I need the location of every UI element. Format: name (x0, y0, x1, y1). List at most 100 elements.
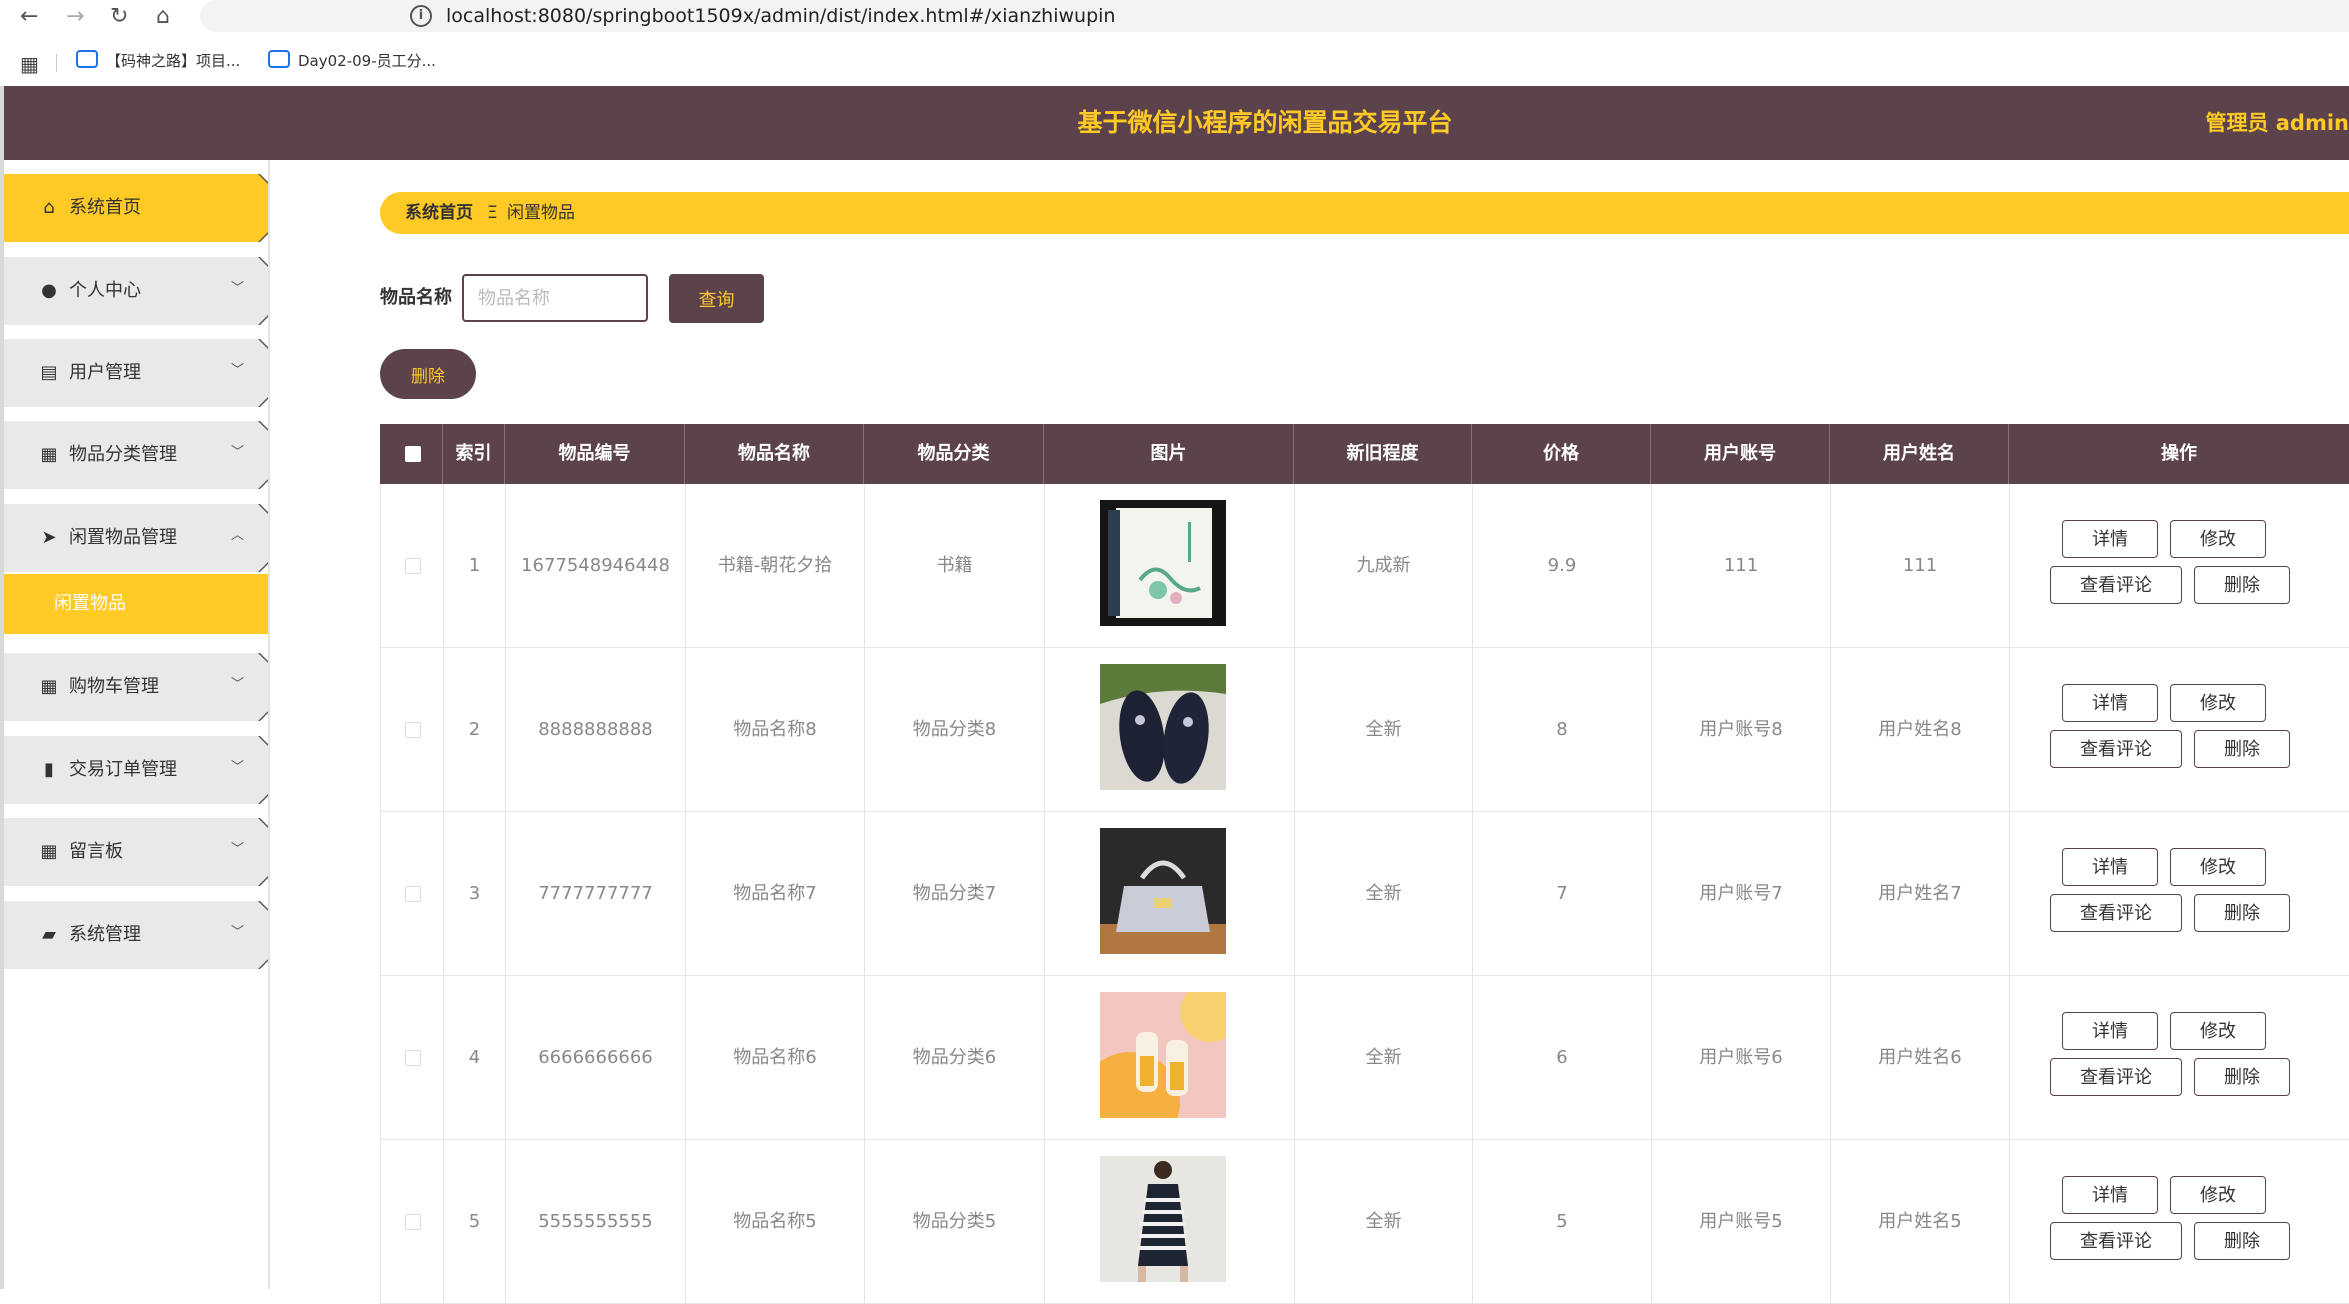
view-comments-button[interactable]: 查看评论 (2050, 730, 2182, 768)
sidebar-item-label: 留言板 (69, 841, 123, 862)
sidebar-item-personal-center[interactable]: ● 个人中心 ﹀ (4, 257, 268, 325)
admin-user-label[interactable]: 管理员 admin (2205, 86, 2349, 160)
cell-code: 5555555555 (506, 1140, 686, 1304)
detail-button[interactable]: 详情 (2062, 520, 2158, 558)
person-icon: ● (41, 280, 57, 301)
sidebar-subitem-idle-goods[interactable]: 闲置物品 (4, 574, 268, 634)
url-text[interactable]: localhost:8080/springboot1509x/admin/dis… (446, 3, 1115, 29)
cell-price: 6 (1473, 976, 1652, 1140)
browser-address-bar: ← → ↻ ⌂ i localhost:8080/springboot1509x… (0, 0, 2349, 34)
cell-price: 7 (1473, 812, 1652, 976)
cell-image (1045, 976, 1295, 1140)
sidebar-item-message-board[interactable]: ▦ 留言板 ﹀ (4, 818, 268, 886)
view-comments-button[interactable]: 查看评论 (2050, 1222, 2182, 1260)
delete-button[interactable]: 删除 (2194, 730, 2290, 768)
view-comments-button[interactable]: 查看评论 (2050, 1058, 2182, 1096)
table-row: 3 7777777777 物品名称7 物品分类7 全新 7 用户账号7 用户姓名7 详情 修改… (380, 812, 2349, 976)
cell-condition: 全新 (1295, 1140, 1473, 1304)
cell-price: 9.9 (1473, 484, 1652, 648)
edit-button[interactable]: 修改 (2170, 1012, 2266, 1050)
bookmark-1-label: 【码神之路】项目... (106, 52, 241, 70)
cell-operations: 详情 修改 查看评论 删除 (2010, 648, 2349, 812)
bilibili-icon (268, 50, 290, 68)
bookmark-1[interactable]: 【码神之路】项目... (76, 50, 240, 72)
breadcrumb-home[interactable]: 系统首页 (405, 192, 473, 234)
row-checkbox[interactable] (405, 886, 421, 902)
edit-button[interactable]: 修改 (2170, 520, 2266, 558)
reload-icon[interactable]: ↻ (110, 2, 128, 32)
sidebar-item-category-management[interactable]: ▦ 物品分类管理 ﹀ (4, 421, 268, 489)
cell-operations: 详情 修改 查看评论 删除 (2010, 976, 2349, 1140)
table-row: 1 1677548946448 书籍-朝花夕拾 书籍 九成新 9.9 111 111 详情 修… (380, 484, 2349, 648)
cell-operations: 详情 修改 查看评论 删除 (2010, 812, 2349, 976)
row-checkbox[interactable] (405, 558, 421, 574)
home-nav-icon[interactable]: ⌂ (156, 2, 170, 32)
sidebar-item-order-management[interactable]: ▮ 交易订单管理 ﹀ (4, 736, 268, 804)
cell-account: 111 (1652, 484, 1831, 648)
item-thumbnail[interactable] (1100, 992, 1226, 1118)
cell-condition: 全新 (1295, 648, 1473, 812)
col-condition: 新旧程度 (1294, 424, 1472, 484)
briefcase-icon: ▰ (42, 924, 56, 945)
cell-operations: 详情 修改 查看评论 删除 (2010, 1140, 2349, 1304)
edit-button[interactable]: 修改 (2170, 848, 2266, 886)
row-checkbox[interactable] (405, 1214, 421, 1230)
row-checkbox[interactable] (405, 1050, 421, 1066)
detail-button[interactable]: 详情 (2062, 684, 2158, 722)
row-checkbox[interactable] (405, 722, 421, 738)
table-row: 2 8888888888 物品名称8 物品分类8 全新 8 用户账号8 用户姓名8 详情 修改… (380, 648, 2349, 812)
cell-username: 用户姓名6 (1831, 976, 2010, 1140)
cell-index: 1 (444, 484, 506, 648)
chevron-down-icon: ﹀ (230, 363, 244, 378)
bar-chart-icon: ▮ (44, 759, 54, 780)
cell-select (381, 484, 444, 648)
url-field[interactable]: i localhost:8080/springboot1509x/admin/d… (200, 0, 2349, 32)
breadcrumb-separator: Ξ (487, 203, 498, 223)
batch-delete-button[interactable]: 删除 (380, 349, 476, 399)
site-info-icon[interactable]: i (410, 5, 432, 27)
edit-button[interactable]: 修改 (2170, 684, 2266, 722)
apps-grid-icon[interactable]: ▦ (20, 52, 39, 76)
col-category: 物品分类 (864, 424, 1044, 484)
detail-button[interactable]: 详情 (2062, 1176, 2158, 1214)
detail-button[interactable]: 详情 (2062, 848, 2158, 886)
select-all-checkbox[interactable] (405, 446, 421, 462)
search-label: 物品名称 (380, 287, 452, 308)
sidebar-item-user-management[interactable]: ▤ 用户管理 ﹀ (4, 339, 268, 407)
header-select-all (380, 424, 443, 484)
item-thumbnail[interactable] (1100, 828, 1226, 954)
cell-index: 3 (444, 812, 506, 976)
chevron-down-icon: ﹀ (230, 445, 244, 460)
cell-select (381, 976, 444, 1140)
col-username: 用户姓名 (1830, 424, 2009, 484)
cell-operations: 详情 修改 查看评论 删除 (2010, 484, 2349, 648)
cell-name: 书籍-朝花夕拾 (686, 484, 865, 648)
item-thumbnail[interactable] (1100, 500, 1226, 626)
back-arrow-icon[interactable]: ← (20, 2, 38, 32)
forward-arrow-icon[interactable]: → (66, 2, 84, 32)
breadcrumb-current: 闲置物品 (507, 203, 575, 223)
view-comments-button[interactable]: 查看评论 (2050, 566, 2182, 604)
sidebar-item-label: 系统管理 (69, 924, 141, 945)
delete-button[interactable]: 删除 (2194, 1222, 2290, 1260)
detail-button[interactable]: 详情 (2062, 1012, 2158, 1050)
item-thumbnail[interactable] (1100, 1156, 1226, 1282)
sidebar-item-idle-goods-management[interactable]: ➤ 闲置物品管理 ︿ (4, 504, 268, 572)
sidebar-item-system-management[interactable]: ▰ 系统管理 ﹀ (4, 901, 268, 969)
delete-button[interactable]: 删除 (2194, 1058, 2290, 1096)
bookmarks-bar: ▦ 【码神之路】项目... Day02-09-员工分... (0, 44, 2349, 80)
col-account: 用户账号 (1651, 424, 1830, 484)
search-input[interactable] (462, 274, 648, 322)
sidebar-item-cart-management[interactable]: ▦ 购物车管理 ﹀ (4, 653, 268, 721)
item-thumbnail[interactable] (1100, 664, 1226, 790)
delete-button[interactable]: 删除 (2194, 566, 2290, 604)
bookmark-2[interactable]: Day02-09-员工分... (268, 50, 436, 72)
app-title: 基于微信小程序的闲置品交易平台 (1077, 108, 1453, 137)
cell-condition: 全新 (1295, 976, 1473, 1140)
edit-button[interactable]: 修改 (2170, 1176, 2266, 1214)
sidebar-item-home[interactable]: ⌂ 系统首页 (4, 174, 268, 242)
cell-price: 5 (1473, 1140, 1652, 1304)
search-button[interactable]: 查询 (669, 274, 764, 323)
delete-button[interactable]: 删除 (2194, 894, 2290, 932)
view-comments-button[interactable]: 查看评论 (2050, 894, 2182, 932)
